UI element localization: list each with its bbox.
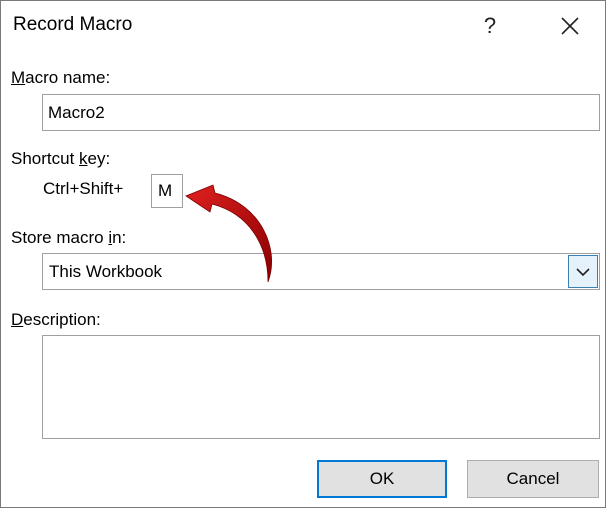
shortcut-key-label: Shortcut key:	[11, 149, 111, 168]
help-button[interactable]: ?	[467, 9, 513, 43]
record-macro-dialog: Record Macro ? Macro name: Macro2 Shortc…	[0, 0, 606, 508]
shortcut-prefix: Ctrl+Shift+	[43, 179, 124, 198]
close-icon	[561, 17, 579, 35]
store-macro-label: Store macro in:	[11, 228, 127, 247]
cancel-button[interactable]: Cancel	[467, 460, 599, 498]
macro-name-input[interactable]: Macro2	[42, 94, 600, 131]
chevron-down-icon	[576, 267, 590, 276]
title-bar: Record Macro ?	[1, 1, 605, 51]
close-button[interactable]	[547, 9, 593, 43]
store-macro-select[interactable]: This Workbook	[42, 253, 600, 290]
ok-button[interactable]: OK	[317, 460, 447, 498]
description-input[interactable]	[42, 335, 600, 439]
macro-name-label: Macro name:	[11, 68, 111, 87]
shortcut-key-input[interactable]: M	[151, 174, 183, 208]
dialog-title: Record Macro	[13, 14, 133, 35]
dropdown-button[interactable]	[568, 255, 598, 288]
store-macro-value: This Workbook	[49, 262, 163, 281]
description-label: Description:	[11, 310, 101, 329]
